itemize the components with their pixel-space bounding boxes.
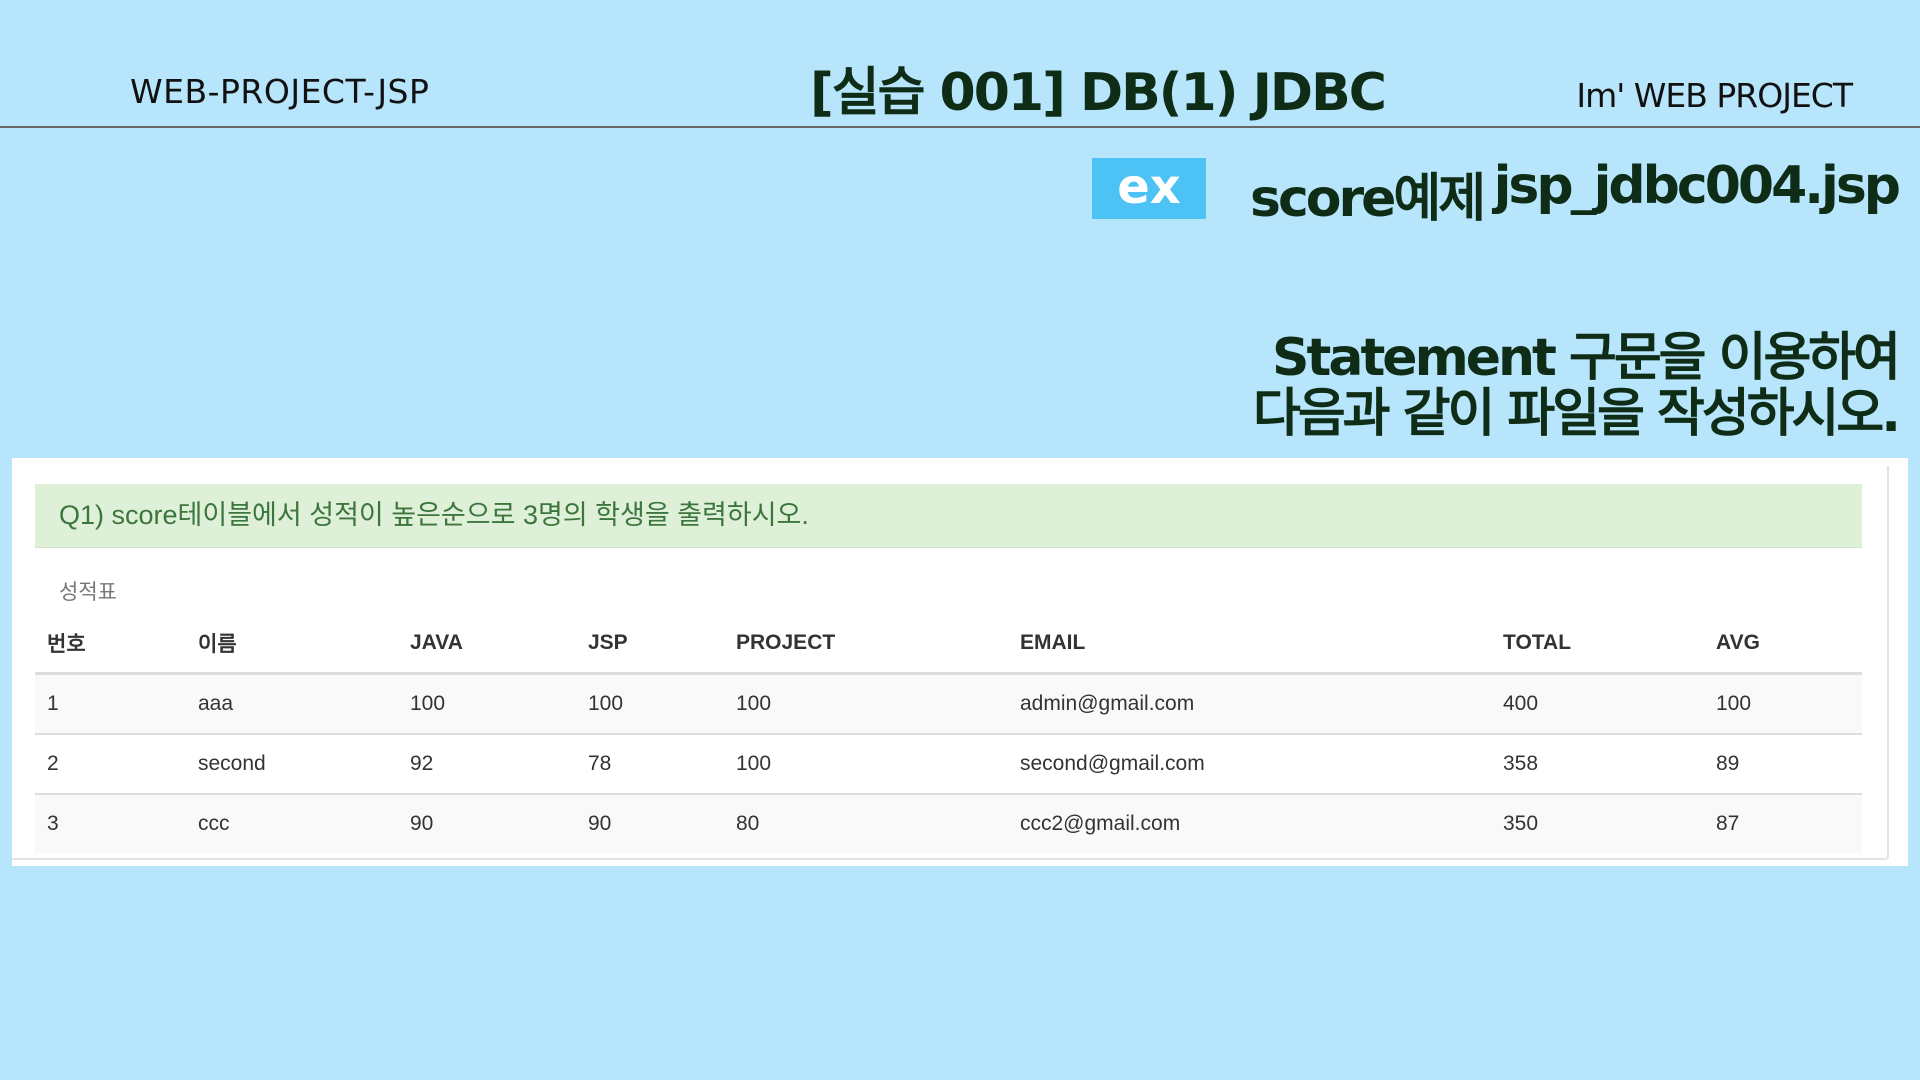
cell-name: aaa — [186, 673, 398, 735]
score-table: 번호 이름 JAVA JSP PROJECT EMAIL TOTAL AVG 1… — [35, 614, 1862, 853]
cell-avg: 100 — [1704, 673, 1862, 735]
column-header-number: 번호 — [35, 614, 186, 675]
example-title: score예제 — [1250, 169, 1486, 229]
result-screenshot-panel: Q1) score테이블에서 성적이 높은순으로 3명의 학생을 출력하시오. … — [12, 458, 1908, 866]
cell-number: 3 — [35, 794, 186, 853]
header-center-title: [실습 001] DB(1) JDBC — [810, 63, 1387, 123]
table-row: 1 aaa 100 100 100 admin@gmail.com 400 10… — [35, 673, 1862, 735]
question-alert: Q1) score테이블에서 성적이 높은순으로 3명의 학생을 출력하시오. — [35, 484, 1862, 548]
cell-name: second — [186, 734, 398, 795]
column-header-java: JAVA — [398, 614, 576, 675]
instruction-text: Statement 구문을 이용하여 다음과 같이 파일을 작성하시오. — [1253, 328, 1901, 444]
example-filename: jsp_jdbc004.jsp — [1493, 156, 1901, 216]
cell-number: 1 — [35, 673, 186, 735]
column-header-avg: AVG — [1704, 614, 1862, 675]
cell-email: second@gmail.com — [1008, 734, 1491, 795]
example-badge: ex — [1092, 158, 1206, 219]
instruction-line-2: 다음과 같이 파일을 작성하시오. — [1253, 384, 1901, 444]
cell-avg: 89 — [1704, 734, 1862, 795]
cell-java: 100 — [398, 673, 576, 735]
cell-number: 2 — [35, 734, 186, 795]
cell-jsp: 78 — [576, 734, 724, 795]
instruction-line-1: Statement 구문을 이용하여 — [1272, 328, 1901, 388]
cell-project: 100 — [724, 734, 1008, 795]
header-right-title: Im' WEB PROJECT — [1576, 76, 1853, 115]
cell-email: admin@gmail.com — [1008, 673, 1491, 735]
table-caption: 성적표 — [59, 581, 117, 604]
cell-total: 400 — [1491, 673, 1704, 735]
cell-java: 90 — [398, 794, 576, 853]
table-header-row: 번호 이름 JAVA JSP PROJECT EMAIL TOTAL AVG — [35, 614, 1862, 675]
cell-avg: 87 — [1704, 794, 1862, 853]
cell-jsp: 100 — [576, 673, 724, 735]
column-header-jsp: JSP — [576, 614, 724, 675]
cell-total: 350 — [1491, 794, 1704, 853]
column-header-name: 이름 — [186, 614, 398, 675]
cell-email: ccc2@gmail.com — [1008, 794, 1491, 853]
column-header-email: EMAIL — [1008, 614, 1491, 675]
table-row: 2 second 92 78 100 second@gmail.com 358 … — [35, 734, 1862, 795]
cell-total: 358 — [1491, 734, 1704, 795]
header-left-title: WEB-PROJECT-JSP — [130, 72, 430, 111]
column-header-project: PROJECT — [724, 614, 1008, 675]
table-row: 3 ccc 90 90 80 ccc2@gmail.com 350 87 — [35, 794, 1862, 853]
cell-jsp: 90 — [576, 794, 724, 853]
header-divider — [0, 126, 1920, 128]
cell-java: 92 — [398, 734, 576, 795]
column-header-total: TOTAL — [1491, 614, 1704, 675]
cell-name: ccc — [186, 794, 398, 853]
cell-project: 100 — [724, 673, 1008, 735]
cell-project: 80 — [724, 794, 1008, 853]
